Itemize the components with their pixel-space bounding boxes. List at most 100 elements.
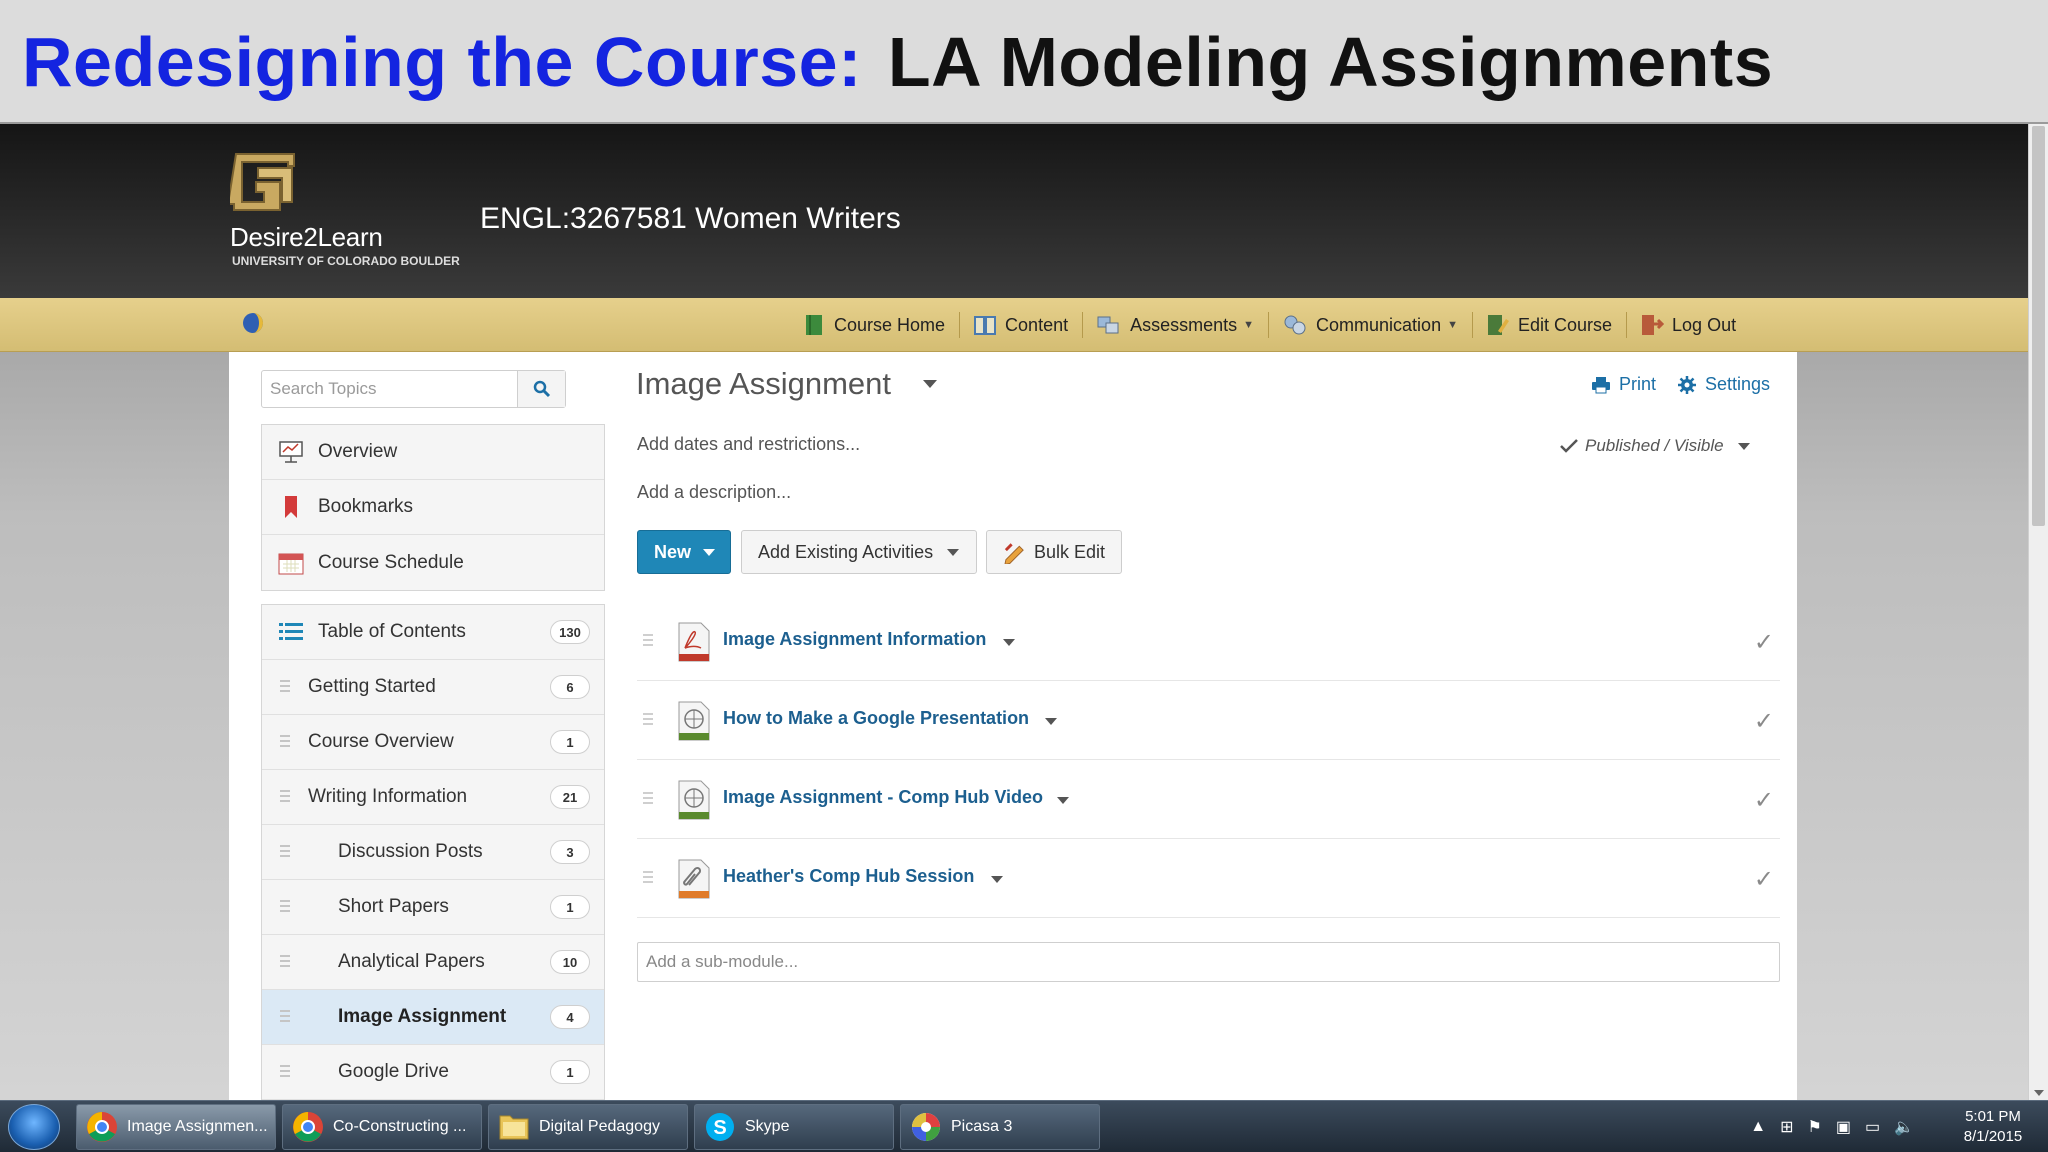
nav-log-out[interactable]: Log Out [1626,298,1750,352]
toc-module-google-drive[interactable]: Google Drive 1 [262,1045,604,1100]
toc-count-badge: 130 [550,620,590,644]
drag-handle-icon[interactable] [280,900,290,915]
toc-module-count: 6 [550,675,590,699]
content-book-icon [974,316,997,335]
add-description-link[interactable]: Add a description... [637,482,791,503]
chevron-down-icon[interactable] [1045,718,1057,725]
device-icon[interactable]: ▣ [1836,1117,1851,1137]
topic-title-link[interactable]: Image Assignment - Comp Hub Video [723,787,1043,808]
sidebar-item-overview[interactable]: Overview [262,425,604,480]
scrollbar-thumb[interactable] [2032,126,2045,526]
pencil-edit-icon [1004,543,1024,564]
list-item[interactable]: Heather's Comp Hub Session ✓ [637,839,1780,918]
nav-assessments[interactable]: Assessments ▼ [1082,298,1268,352]
toc-module-analytical-papers[interactable]: Analytical Papers 10 [262,935,604,990]
nav-edit-course[interactable]: Edit Course [1471,298,1626,352]
toc-module-course-overview[interactable]: Course Overview 1 [262,715,604,770]
taskbar-item-co-constructing[interactable]: Co-Constructing ... [282,1104,482,1150]
drag-handle-icon[interactable] [643,713,653,728]
action-center-flag-icon[interactable]: ⚑ [1807,1117,1821,1137]
list-item[interactable]: Image Assignment - Comp Hub Video ✓ [637,760,1780,839]
sidebar-item-course-schedule[interactable]: Course Schedule [262,535,604,590]
toc-module-count: 1 [550,730,590,754]
bulk-edit-button[interactable]: Bulk Edit [986,530,1122,574]
volume-icon[interactable]: 🔈 [1894,1117,1914,1137]
nav-content[interactable]: Content [959,298,1082,352]
drag-handle-icon[interactable] [280,735,290,750]
drag-handle-icon[interactable] [280,955,290,970]
chevron-down-icon[interactable] [1003,639,1015,646]
checkmark-icon: ✓ [1753,787,1774,814]
drag-handle-icon[interactable] [280,845,290,860]
slide-title-banner: Redesigning the Course: LA Modeling Assig… [0,0,2048,124]
toc-module-getting-started[interactable]: Getting Started 6 [262,660,604,715]
show-hidden-icons-arrow-icon[interactable]: ▲ [1750,1118,1766,1136]
windows-flag-icon[interactable]: ⊞ [1780,1117,1793,1137]
page-scrollbar[interactable] [2028,124,2048,1100]
module-options-caret-icon[interactable] [923,380,937,388]
course-title[interactable]: ENGL:3267581 Women Writers [480,202,901,236]
communication-icon [1284,315,1306,335]
d2l-logo[interactable]: Desire2Learn UNIVERSITY OF COLORADO BOUL… [228,150,468,280]
gear-icon [1678,375,1696,394]
list-item[interactable]: Image Assignment Information ✓ [637,602,1780,681]
toc-module-short-papers[interactable]: Short Papers 1 [262,880,604,935]
search-topics-input[interactable] [262,371,518,407]
calendar-icon [278,553,304,574]
chevron-down-icon[interactable] [991,876,1003,883]
web-link-icon [678,780,710,820]
brand-name: Desire2Learn [230,222,383,252]
drag-handle-icon[interactable] [643,792,653,807]
windows-start-button[interactable] [8,1104,60,1150]
drag-handle-icon[interactable] [280,790,290,805]
drag-handle-icon[interactable] [643,634,653,649]
settings-button[interactable]: Settings [1677,374,1770,395]
moon-minibar-icon[interactable] [240,310,266,336]
assessments-icon [1097,316,1119,334]
new-button[interactable]: New [637,530,731,574]
chevron-down-icon[interactable] [1057,797,1069,804]
taskbar-item-skype[interactable]: S Skype [694,1104,894,1150]
add-dates-link[interactable]: Add dates and restrictions... [637,434,860,455]
taskbar-item-image-assignment[interactable]: Image Assignmen... [76,1104,276,1150]
list-item[interactable]: How to Make a Google Presentation ✓ [637,681,1780,760]
nav-communication[interactable]: Communication ▼ [1268,298,1472,352]
print-button[interactable]: Print [1591,374,1656,395]
drag-handle-icon[interactable] [643,871,653,886]
toc-module-image-assignment[interactable]: Image Assignment 4 [262,990,604,1045]
topic-title-link[interactable]: Heather's Comp Hub Session [723,866,974,887]
chevron-down-icon [703,548,716,556]
scroll-down-arrow-icon[interactable] [2034,1090,2044,1096]
windows-taskbar: Image Assignmen... Co-Constructing ... D… [0,1100,2048,1152]
taskbar-item-label: Image Assignmen... [127,1118,268,1135]
navbar-items: Course Home Content Assessments ▼ Commun… [790,298,1750,352]
drag-handle-icon[interactable] [280,680,290,695]
nav-course-home[interactable]: Course Home [790,298,959,352]
visibility-status-dropdown[interactable]: Published / Visible [1559,436,1750,456]
taskbar-clock[interactable]: 5:01 PM 8/1/2015 [1938,1107,2048,1147]
print-label: Print [1619,374,1657,394]
browser-viewport: Desire2Learn UNIVERSITY OF COLORADO BOUL… [0,124,2048,1100]
new-button-label: New [654,541,692,562]
drag-handle-icon[interactable] [280,1010,290,1025]
taskbar-item-picasa[interactable]: Picasa 3 [900,1104,1100,1150]
add-sub-module-input[interactable] [638,943,1779,981]
toc-module-count: 1 [550,895,590,919]
toc-header[interactable]: Table of Contents 130 [262,605,604,660]
sidebar-item-bookmarks[interactable]: Bookmarks [262,480,604,535]
drag-handle-icon[interactable] [280,1065,290,1080]
add-existing-activities-button[interactable]: Add Existing Activities [741,530,977,574]
topic-title-link[interactable]: How to Make a Google Presentation [723,708,1029,729]
checkmark-icon: ✓ [1753,708,1774,735]
brand-subtitle: UNIVERSITY OF COLORADO BOULDER [232,254,460,268]
toc-module-label: Short Papers [338,896,449,917]
search-button[interactable] [517,371,565,407]
taskbar-item-digital-pedagogy[interactable]: Digital Pedagogy [488,1104,688,1150]
tray-icons: ▲ ⊞ ⚑ ▣ ▭ 🔈 [1736,1117,1914,1137]
toc-module-writing-information[interactable]: Writing Information 21 [262,770,604,825]
module-title[interactable]: Image Assignment [636,366,891,402]
topic-title-link[interactable]: Image Assignment Information [723,629,986,650]
toc-module-discussion-posts[interactable]: Discussion Posts 3 [262,825,604,880]
nav-log-out-label: Log Out [1672,314,1737,335]
network-icon[interactable]: ▭ [1865,1117,1880,1137]
